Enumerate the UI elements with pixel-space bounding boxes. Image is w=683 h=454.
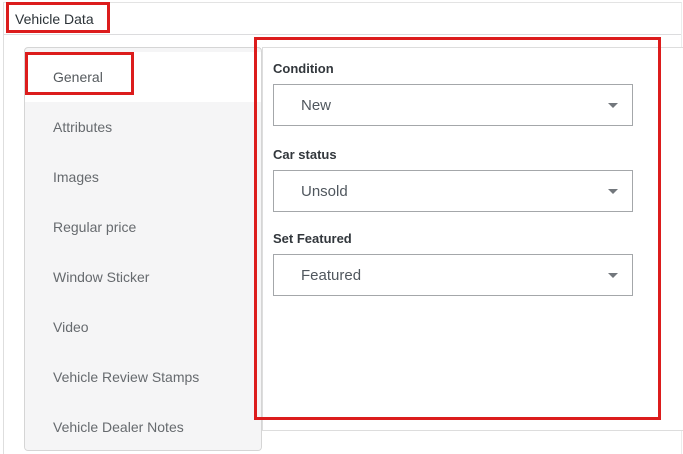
condition-select[interactable]: New: [273, 84, 633, 126]
tab-images[interactable]: Images: [25, 152, 261, 202]
caret-down-icon: [608, 273, 618, 278]
caret-down-icon: [608, 189, 618, 194]
tab-general[interactable]: General: [25, 52, 261, 102]
tab-vehicle-dealer-notes[interactable]: Vehicle Dealer Notes: [25, 402, 261, 451]
car-status-select[interactable]: Unsold: [273, 170, 633, 212]
condition-selected-value: New: [301, 97, 331, 114]
vertical-tab-list: General Attributes Images Regular price …: [24, 47, 262, 451]
metabox-header: Vehicle Data: [4, 3, 681, 35]
car-status-field: Car status Unsold: [273, 147, 633, 212]
car-status-selected-value: Unsold: [301, 183, 348, 200]
car-status-label: Car status: [273, 147, 633, 162]
condition-label: Condition: [273, 61, 633, 76]
set-featured-select[interactable]: Featured: [273, 254, 633, 296]
tab-window-sticker[interactable]: Window Sticker: [25, 252, 261, 302]
set-featured-label: Set Featured: [273, 231, 633, 246]
caret-down-icon: [608, 103, 618, 108]
tab-attributes[interactable]: Attributes: [25, 102, 261, 152]
tab-regular-price[interactable]: Regular price: [25, 202, 261, 252]
vehicle-data-metabox: Vehicle Data General Attributes Images R…: [3, 2, 682, 454]
tab-content-general: Condition New Car status Unsold Set Feat…: [262, 47, 683, 431]
condition-field: Condition New: [273, 61, 633, 126]
set-featured-selected-value: Featured: [301, 267, 361, 284]
page-title: Vehicle Data: [15, 11, 94, 27]
tab-video[interactable]: Video: [25, 302, 261, 352]
set-featured-field: Set Featured Featured: [273, 231, 633, 296]
tab-vehicle-review-stamps[interactable]: Vehicle Review Stamps: [25, 352, 261, 402]
